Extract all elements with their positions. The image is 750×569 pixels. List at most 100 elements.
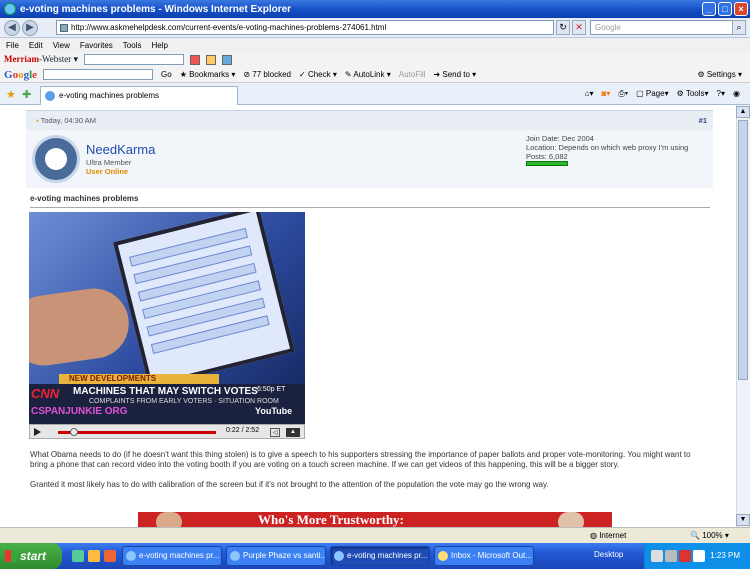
- watermark-text: CSPANJUNKIE ORG: [31, 406, 128, 417]
- tab-current[interactable]: e-voting machines problems: [40, 86, 238, 105]
- address-bar[interactable]: http://www.askmehelpdesk.com/current-eve…: [56, 20, 554, 35]
- ad-headline: Who's More Trustworthy:: [258, 512, 404, 527]
- address-toolbar: ◀ ▶ http://www.askmehelpdesk.com/current…: [0, 18, 750, 38]
- zoom-level[interactable]: 🔍 100% ▾: [690, 531, 729, 540]
- go-refresh-button[interactable]: ↻: [556, 20, 570, 35]
- research-icon[interactable]: ◉: [733, 89, 740, 99]
- post-paragraph: What Obama needs to do (if he doesn't wa…: [30, 450, 691, 469]
- task-inbox-outlook[interactable]: Inbox - Microsoft Out...: [434, 546, 534, 566]
- bookmarks-button[interactable]: ★ Bookmarks ▾: [180, 70, 236, 79]
- popup-blocked-button[interactable]: ⊘ 77 blocked: [243, 70, 291, 79]
- quicklaunch-firefox-icon[interactable]: [104, 550, 116, 562]
- autofill-button[interactable]: AutoFill: [399, 70, 426, 79]
- settings-button[interactable]: ⚙ Settings ▾: [697, 70, 742, 79]
- windows-flag-icon: [5, 550, 17, 562]
- menu-tools[interactable]: Tools: [123, 41, 142, 50]
- forward-button[interactable]: ▶: [22, 20, 38, 36]
- print-icon[interactable]: ⎙▾: [618, 89, 628, 99]
- page-menu[interactable]: ▢ Page▾: [636, 89, 668, 99]
- tray-network-icon[interactable]: [651, 550, 663, 562]
- join-date: Join Date: Dec 2004: [526, 134, 594, 143]
- video-subheadline: COMPLAINTS FROM EARLY VOTERS · SITUATION…: [89, 398, 279, 405]
- feeds-icon[interactable]: ◙▾: [601, 89, 610, 99]
- window-title: e-voting machines problems - Windows Int…: [20, 3, 292, 15]
- favorites-star-icon[interactable]: ★: [6, 88, 16, 101]
- voting-machine-screen: [113, 212, 295, 388]
- tools-menu[interactable]: ⚙ Tools▾: [677, 89, 709, 99]
- mw-search-dropdown[interactable]: [84, 54, 185, 65]
- google-go-button[interactable]: Go: [161, 70, 172, 79]
- mw-note-icon[interactable]: [206, 54, 217, 65]
- address-url: http://www.askmehelpdesk.com/current-eve…: [71, 23, 387, 32]
- command-bar: ⌂▾ ◙▾ ⎙▾ ▢ Page▾ ⚙ Tools▾ ?▾ ◉: [585, 89, 740, 99]
- menu-view[interactable]: View: [53, 41, 70, 50]
- desktop-toolbar[interactable]: Desktop: [594, 550, 623, 559]
- post-paragraph: Granted it most likely has to do with ca…: [30, 480, 549, 489]
- menu-edit[interactable]: Edit: [29, 41, 43, 50]
- stop-button[interactable]: ✕: [572, 20, 586, 35]
- google-search-input[interactable]: [43, 69, 154, 80]
- divider: [30, 207, 710, 208]
- post-icon: ▪: [36, 116, 39, 125]
- progress-knob[interactable]: [70, 428, 78, 436]
- autolink-button[interactable]: ✎ AutoLink ▾: [345, 70, 391, 79]
- play-icon[interactable]: [34, 428, 41, 436]
- user-details: Join Date: Dec 2004 Location: Depends on…: [526, 134, 688, 161]
- youtube-video[interactable]: NEW DEVELOPMENTS CNN MACHINES THAT MAY S…: [29, 212, 305, 424]
- fullscreen-icon[interactable]: ▲: [286, 428, 300, 437]
- mw-grid-icon[interactable]: [222, 54, 233, 65]
- search-icon[interactable]: ⌕: [732, 20, 746, 35]
- user-online-status: User Online: [86, 167, 129, 176]
- task-evoting-2[interactable]: e-voting machines pr...: [330, 546, 430, 566]
- username-link[interactable]: NeedKarma: [86, 142, 155, 157]
- scroll-up-arrow[interactable]: ▲: [736, 106, 750, 118]
- avatar[interactable]: [32, 135, 80, 183]
- mw-book-icon[interactable]: [190, 54, 201, 65]
- quicklaunch-desktop-icon[interactable]: [72, 550, 84, 562]
- volume-icon[interactable]: ◁: [270, 428, 280, 437]
- post-title: e-voting machines problems: [30, 194, 139, 203]
- add-favorite-icon[interactable]: ✚: [22, 88, 31, 101]
- menu-file[interactable]: File: [6, 41, 19, 50]
- user-rank: Ultra Member: [86, 158, 132, 167]
- google-logo: Google: [4, 68, 38, 81]
- merriam-webster-label[interactable]: Merriam-Webster ▾: [4, 54, 78, 65]
- post-count: Posts: 6,082: [526, 152, 568, 161]
- task-purple-phaze[interactable]: Purple Phaze vs santi...: [226, 546, 326, 566]
- home-icon[interactable]: ⌂▾: [585, 89, 594, 99]
- hand-image: [29, 283, 134, 371]
- tray-volume-icon[interactable]: [665, 550, 677, 562]
- spellcheck-button[interactable]: ✓ Check ▾: [299, 70, 337, 79]
- cnn-logo: CNN: [31, 386, 60, 401]
- tab-label: e-voting machines problems: [59, 91, 160, 100]
- video-progress-bar[interactable]: [58, 431, 216, 434]
- menu-help[interactable]: Help: [151, 41, 167, 50]
- title-bar: e-voting machines problems - Windows Int…: [0, 0, 750, 18]
- reputation-bar: [526, 161, 568, 166]
- post-date: Today, 04:30 AM: [40, 116, 96, 125]
- back-button[interactable]: ◀: [4, 20, 20, 36]
- merriam-webster-toolbar: Merriam-Webster ▾: [0, 52, 750, 67]
- post-header: ▪ Today, 04:30 AM #1: [26, 110, 713, 130]
- menu-favorites[interactable]: Favorites: [80, 41, 113, 50]
- quicklaunch-media-icon[interactable]: [88, 550, 100, 562]
- system-tray: 1:23 PM: [644, 543, 750, 569]
- post-number-link[interactable]: #1: [699, 111, 707, 131]
- maximize-button[interactable]: □: [718, 2, 732, 16]
- task-evoting-1[interactable]: e-voting machines pr...: [122, 546, 222, 566]
- tray-app-icon[interactable]: [693, 550, 705, 562]
- scroll-thumb[interactable]: [738, 120, 748, 380]
- start-button[interactable]: start: [0, 543, 62, 569]
- help-icon[interactable]: ?▾: [717, 89, 725, 99]
- video-banner: NEW DEVELOPMENTS: [59, 374, 219, 384]
- scroll-down-arrow[interactable]: ▼: [736, 514, 750, 526]
- youtube-logo: YouTube: [255, 406, 293, 416]
- user-info-box: NeedKarma Ultra Member User Online Join …: [26, 130, 713, 188]
- search-input[interactable]: Google: [590, 20, 746, 35]
- sendto-button[interactable]: ➜ Send to ▾: [433, 70, 476, 79]
- minimize-button[interactable]: _: [702, 2, 716, 16]
- security-zone[interactable]: ◍ Internet: [590, 531, 626, 540]
- ad-banner-image[interactable]: Who's More Trustworthy:: [138, 512, 612, 527]
- close-button[interactable]: ×: [734, 2, 748, 16]
- tray-antivirus-icon[interactable]: [679, 550, 691, 562]
